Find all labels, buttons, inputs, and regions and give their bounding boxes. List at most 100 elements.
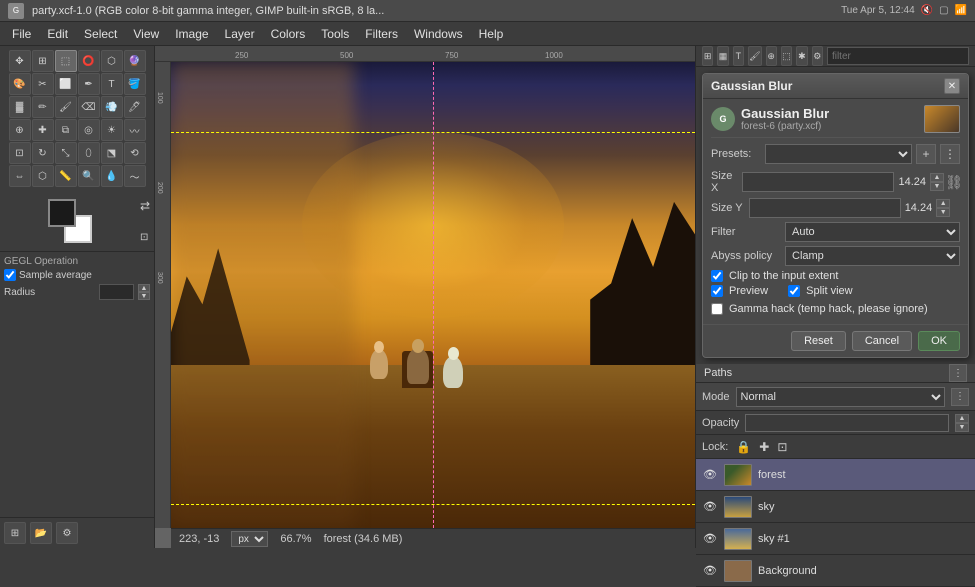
tool-measure[interactable]: 📏 (55, 165, 77, 187)
tool-foreground-select[interactable]: ⬜ (55, 73, 77, 95)
open-image-btn[interactable]: 📂 (30, 522, 52, 544)
tool-warp[interactable]: 〜 (124, 165, 146, 187)
presets-select[interactable] (765, 144, 912, 164)
tool-crop[interactable]: ⊡ (9, 142, 31, 164)
tool-align[interactable]: ⊞ (32, 50, 54, 72)
size-y-down[interactable]: ▼ (936, 208, 950, 217)
opacity-up[interactable]: ▲ (955, 414, 969, 423)
tool-cage-transform[interactable]: ⬡ (32, 165, 54, 187)
menu-edit[interactable]: Edit (39, 25, 76, 43)
tool-rotate[interactable]: ↻ (32, 142, 54, 164)
radius-increment[interactable]: ▲ (138, 284, 150, 292)
tool-rect-select[interactable]: ⬚ (55, 50, 77, 72)
filter-select[interactable]: Auto (785, 222, 960, 242)
filter-icon-1[interactable]: ⊞ (702, 46, 713, 66)
opacity-down[interactable]: ▼ (955, 423, 969, 432)
maximize-icon[interactable]: ▢ (939, 5, 948, 16)
filter-icon-6[interactable]: ⬚ (781, 46, 792, 66)
layers-options-button[interactable]: ⋮ (951, 388, 969, 406)
lock-alpha-icon[interactable]: ⊡ (777, 440, 787, 454)
reset-button[interactable]: Reset (791, 331, 846, 351)
menu-colors[interactable]: Colors (263, 25, 314, 43)
menu-windows[interactable]: Windows (406, 25, 471, 43)
size-y-input[interactable]: 14.24 (749, 198, 901, 218)
filter-icon-7[interactable]: ✱ (796, 46, 807, 66)
tool-paintbrush[interactable]: 🖌 (55, 96, 77, 118)
tool-text[interactable]: T (101, 73, 123, 95)
tool-fuzzy-select[interactable]: 🔮 (124, 50, 146, 72)
tool-gradient[interactable]: ▓ (9, 96, 31, 118)
radius-input[interactable]: 1 (99, 284, 134, 300)
menu-view[interactable]: View (125, 25, 167, 43)
filter-search-input[interactable] (827, 47, 969, 65)
tool-airbrush[interactable]: 💨 (101, 96, 123, 118)
preferences-btn[interactable]: ⚙ (56, 522, 78, 544)
tool-blur[interactable]: ◎ (78, 119, 100, 141)
tool-flip[interactable]: ⇔ (9, 165, 31, 187)
filter-icon-8[interactable]: ⚙ (812, 46, 823, 66)
tool-scissors[interactable]: ✂ (32, 73, 54, 95)
tool-dodge-burn[interactable]: ☀ (101, 119, 123, 141)
tool-move[interactable]: ✥ (9, 50, 31, 72)
layer-visibility-sky1[interactable]: 👁 (702, 531, 718, 547)
tool-pencil[interactable]: ✏ (32, 96, 54, 118)
units-select[interactable]: px (231, 531, 268, 547)
foreground-color-swatch[interactable] (48, 199, 76, 227)
tool-ink[interactable]: 🖊 (124, 96, 146, 118)
tool-eraser[interactable]: ⌫ (78, 96, 100, 118)
layer-item-background[interactable]: 👁 Background (696, 555, 975, 587)
dialog-close-button[interactable]: ✕ (944, 78, 960, 94)
size-x-down[interactable]: ▼ (930, 182, 944, 191)
tool-perspective[interactable]: ⬔ (101, 142, 123, 164)
layer-item-sky[interactable]: 👁 sky (696, 491, 975, 523)
reset-colors-icon[interactable]: ⊡ (140, 232, 150, 243)
size-y-up[interactable]: ▲ (936, 199, 950, 208)
split-view-checkbox[interactable] (788, 285, 800, 297)
menu-layer[interactable]: Layer (217, 25, 263, 43)
new-image-btn[interactable]: ⊞ (4, 522, 26, 544)
layer-item-sky1[interactable]: 👁 sky #1 (696, 523, 975, 555)
layer-visibility-sky[interactable]: 👁 (702, 499, 718, 515)
clip-checkbox[interactable] (711, 270, 723, 282)
layer-item-forest[interactable]: 👁 forest (696, 459, 975, 491)
tool-scale[interactable]: ⤡ (55, 142, 77, 164)
cancel-button[interactable]: Cancel (852, 331, 912, 351)
tool-free-select[interactable]: ⬡ (101, 50, 123, 72)
menu-select[interactable]: Select (76, 25, 125, 43)
lock-pixels-icon[interactable]: 🔒 (736, 440, 751, 454)
tool-color-picker[interactable]: 💧 (101, 165, 123, 187)
preset-options-button[interactable]: ⋮ (940, 144, 960, 164)
menu-tools[interactable]: Tools (313, 25, 357, 43)
tool-ellipse-select[interactable]: ⭕ (78, 50, 100, 72)
tool-perspective-clone[interactable]: ⧉ (55, 119, 77, 141)
filter-icon-2[interactable]: ▦ (717, 46, 728, 66)
swap-colors-icon[interactable]: ⇄ (140, 199, 150, 213)
tool-paths[interactable]: ✒ (78, 73, 100, 95)
chain-link-icon[interactable]: ⛓ (948, 174, 960, 191)
layer-mode-select[interactable]: Normal (736, 387, 945, 407)
preset-add-button[interactable]: + (916, 144, 936, 164)
radius-decrement[interactable]: ▼ (138, 292, 150, 300)
menu-file[interactable]: File (4, 25, 39, 43)
menu-filters[interactable]: Filters (357, 25, 406, 43)
size-x-input[interactable]: 14.24 (742, 172, 894, 192)
gamma-checkbox[interactable] (711, 303, 723, 315)
tool-transform[interactable]: ⟲ (124, 142, 146, 164)
tool-select-by-color[interactable]: 🎨 (9, 73, 31, 95)
size-x-up[interactable]: ▲ (930, 173, 944, 182)
menu-image[interactable]: Image (167, 25, 216, 43)
tool-paint-bucket[interactable]: 🪣 (124, 73, 146, 95)
paths-options-button[interactable]: ⋮ (949, 364, 967, 382)
tool-smudge[interactable]: 〰 (124, 119, 146, 141)
sample-average-checkbox[interactable] (4, 269, 16, 281)
opacity-input[interactable]: 100.0 (745, 414, 949, 432)
filter-icon-3[interactable]: T (733, 46, 744, 66)
tool-heal[interactable]: ✚ (32, 119, 54, 141)
filter-icon-5[interactable]: ⊕ (766, 46, 777, 66)
layer-visibility-forest[interactable]: 👁 (702, 467, 718, 483)
tool-shear[interactable]: ⬯ (78, 142, 100, 164)
abyss-select[interactable]: Clamp (785, 246, 960, 266)
tool-clone[interactable]: ⊕ (9, 119, 31, 141)
minimize-icon[interactable]: 🔇 (921, 5, 933, 16)
layer-visibility-background[interactable]: 👁 (702, 563, 718, 579)
